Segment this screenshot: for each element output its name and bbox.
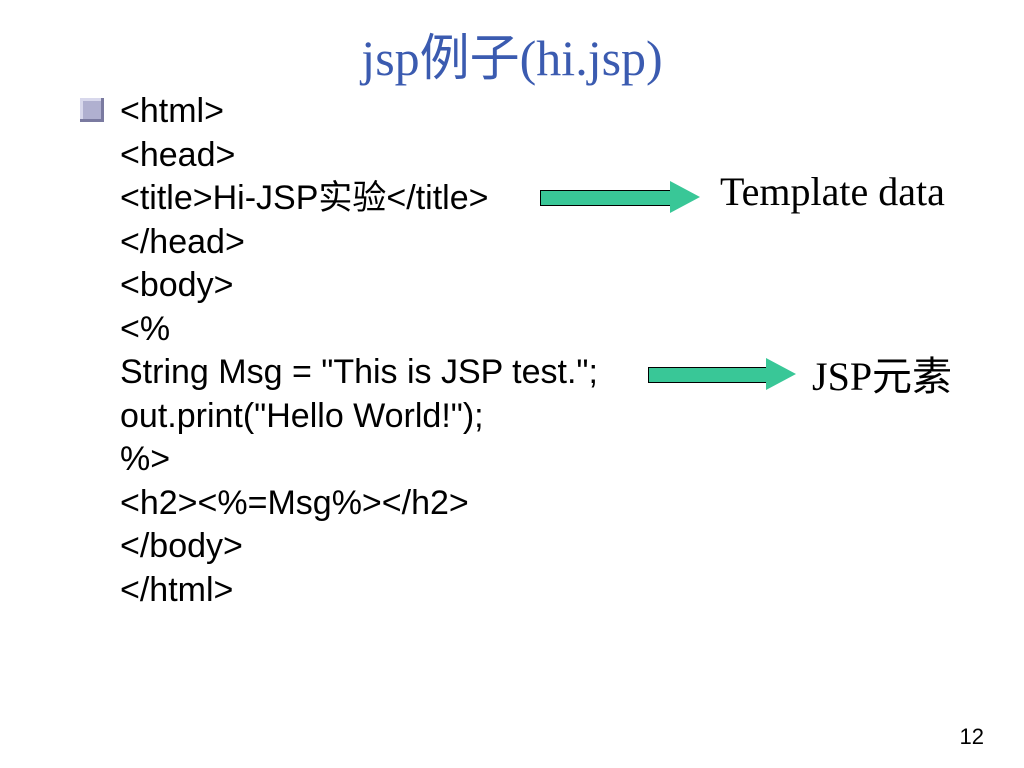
bullet-icon (80, 98, 104, 122)
code-line: <head> (120, 136, 235, 174)
code-line: String Msg = "This is JSP test."; (120, 353, 598, 391)
code-line: out.print("Hello World!"); (120, 397, 484, 435)
code-line: </html> (120, 571, 233, 609)
label-template-data: Template data (720, 168, 945, 215)
code-line: %> (120, 440, 170, 478)
code-line: </head> (120, 223, 245, 261)
slide-title: jsp例子(hi.jsp) (0, 18, 1024, 90)
arrow-template-data (540, 182, 720, 212)
code-line: <html> (120, 92, 224, 130)
arrow-jsp-element (648, 359, 808, 389)
code-block: <html> <head> <title>Hi-JSP实验</title> </… (120, 90, 598, 612)
slide: jsp例子(hi.jsp) <html> <head> <title>Hi-JS… (0, 0, 1024, 768)
page-number: 12 (960, 724, 984, 750)
label-jsp-element: JSP元素 (812, 344, 952, 402)
code-line: <h2><%=Msg%></h2> (120, 484, 469, 522)
code-line: </body> (120, 527, 243, 565)
code-line: <title>Hi-JSP实验</title> (120, 179, 488, 217)
code-line: <% (120, 310, 170, 348)
code-line: <body> (120, 266, 233, 304)
